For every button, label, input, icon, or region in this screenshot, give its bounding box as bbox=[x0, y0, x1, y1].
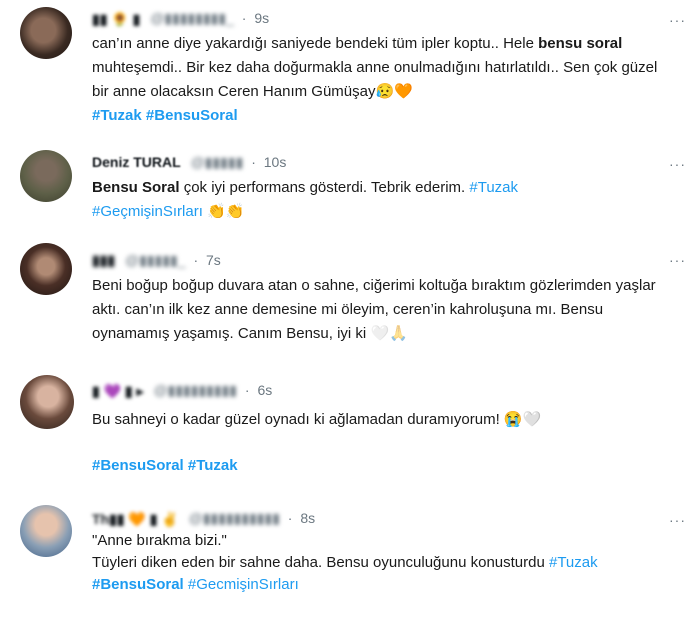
quote-text: "Anne bırakma bizi." bbox=[92, 532, 227, 549]
tweet-header: ▮ 💜 ▮ ▸ @▮▮▮▮▮▮▮▮▮ · 6s bbox=[92, 382, 272, 400]
timestamp[interactable]: 8s bbox=[300, 510, 315, 526]
author-name[interactable]: Th▮▮ 🧡 ▮ ✌ bbox=[92, 511, 179, 528]
more-options-icon[interactable]: ··· bbox=[669, 12, 686, 28]
avatar[interactable] bbox=[20, 150, 72, 202]
author-handle[interactable]: @▮▮▮▮▮ bbox=[191, 154, 244, 170]
author-name[interactable]: ▮▮ 🌻 ▮ bbox=[92, 11, 140, 28]
tweet-text: "Anne bırakma bizi." Tüyleri diken eden … bbox=[92, 530, 672, 596]
bold-mention: bensu soral bbox=[538, 35, 623, 52]
hashtag-link[interactable]: #GecmişinSırları bbox=[188, 576, 299, 593]
more-options-icon[interactable]: ··· bbox=[669, 252, 686, 268]
bold-mention: Bensu Soral bbox=[92, 179, 180, 196]
author-handle[interactable]: @▮▮▮▮▮▮▮▮▮▮ bbox=[189, 510, 280, 526]
tweet-header: ▮▮▮ @▮▮▮▮▮_ · 7s bbox=[92, 252, 221, 269]
author-handle[interactable]: @▮▮▮▮▮▮▮▮▮ bbox=[153, 382, 237, 398]
tweet-text: Bu sahneyi o kadar güzel oynadı ki ağlam… bbox=[92, 408, 672, 432]
timestamp[interactable]: 10s bbox=[264, 154, 287, 170]
hashtag-link[interactable]: #Tuzak bbox=[469, 179, 518, 196]
author-handle[interactable]: @▮▮▮▮▮_ bbox=[125, 252, 186, 268]
timestamp[interactable]: 6s bbox=[257, 382, 272, 398]
author-name[interactable]: Deniz TURAL bbox=[92, 154, 181, 170]
emoji: 👏👏 bbox=[207, 203, 245, 220]
separator: · bbox=[244, 382, 250, 398]
tweet-text: can’ın anne diye yakardığı saniyede bend… bbox=[92, 32, 672, 128]
separator: · bbox=[287, 510, 293, 526]
hashtag-link[interactable]: #GeçmişinSırları bbox=[92, 203, 203, 220]
emoji: 😥🧡 bbox=[375, 83, 413, 100]
author-name[interactable]: ▮▮▮ bbox=[92, 252, 115, 268]
hashtag-link[interactable]: #Tuzak bbox=[188, 457, 238, 474]
emoji: 😭🤍 bbox=[503, 411, 542, 428]
text-segment: çok iyi performans gösterdi. Tebrik eder… bbox=[179, 179, 470, 196]
avatar[interactable] bbox=[20, 243, 72, 295]
tweet-hashtags: #BensuSoral #Tuzak bbox=[92, 454, 672, 478]
separator: · bbox=[251, 154, 256, 170]
more-options-icon[interactable]: ··· bbox=[669, 512, 686, 528]
hashtag-link[interactable]: #Tuzak bbox=[549, 554, 598, 571]
avatar[interactable] bbox=[20, 7, 72, 59]
tweet-text: Beni boğup boğup duvara atan o sahne, ci… bbox=[92, 274, 672, 346]
hashtag-link[interactable]: #Tuzak bbox=[92, 107, 142, 124]
timestamp[interactable]: 9s bbox=[254, 10, 269, 26]
tweet-text: Bensu Soral çok iyi performans gösterdi.… bbox=[92, 176, 672, 224]
tweet-header: Th▮▮ 🧡 ▮ ✌ @▮▮▮▮▮▮▮▮▮▮ · 8s bbox=[92, 510, 315, 528]
author-name[interactable]: ▮ 💜 ▮ ▸ bbox=[92, 383, 144, 400]
avatar[interactable] bbox=[20, 375, 74, 429]
separator: · bbox=[241, 10, 247, 26]
hashtag-link[interactable]: #BensuSoral bbox=[92, 576, 184, 593]
more-options-icon[interactable]: ··· bbox=[669, 156, 686, 172]
timestamp[interactable]: 7s bbox=[206, 252, 221, 268]
emoji: 🤍🙏 bbox=[370, 325, 408, 342]
author-handle[interactable]: @▮▮▮▮▮▮▮▮_ bbox=[150, 10, 234, 26]
text-segment: can’ın anne diye yakardığı saniyede bend… bbox=[92, 35, 539, 52]
text-segment: Tüyleri diken eden bir sahne daha. Bensu… bbox=[92, 554, 549, 571]
avatar[interactable] bbox=[20, 505, 72, 557]
text-segment: Bu sahneyi o kadar güzel oynadı ki ağlam… bbox=[92, 411, 500, 428]
tweet-header: ▮▮ 🌻 ▮ @▮▮▮▮▮▮▮▮_ · 9s bbox=[92, 10, 269, 28]
hashtag-link[interactable]: #BensuSoral bbox=[146, 107, 238, 124]
tweet-header: Deniz TURAL @▮▮▮▮▮ · 10s bbox=[92, 154, 286, 171]
separator: · bbox=[193, 252, 199, 268]
hashtag-link[interactable]: #BensuSoral bbox=[92, 457, 184, 474]
